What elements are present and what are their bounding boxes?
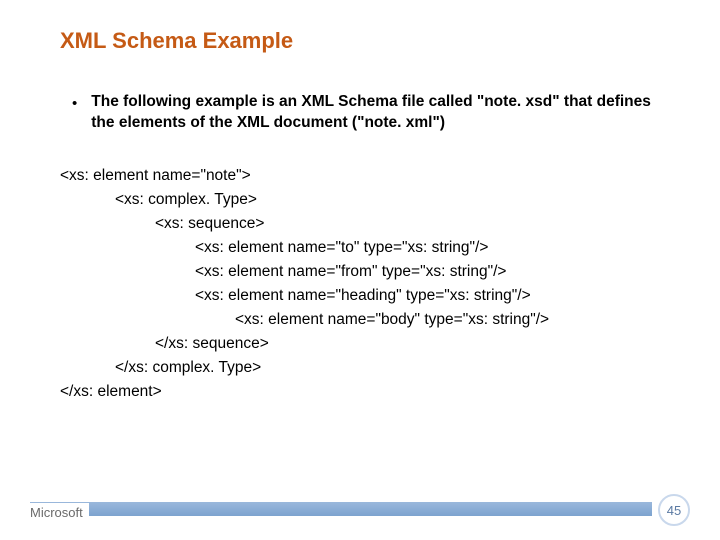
- page-number-badge: 45: [658, 494, 690, 526]
- code-line: <xs: element name="note">: [60, 164, 680, 188]
- code-line: <xs: sequence>: [60, 212, 680, 236]
- code-line: <xs: element name="body" type="xs: strin…: [60, 308, 680, 332]
- bullet-item: • The following example is an XML Schema…: [0, 92, 720, 134]
- code-line: </xs: sequence>: [60, 332, 680, 356]
- slide: XML Schema Example • The following examp…: [0, 0, 720, 540]
- code-line: <xs: element name="to" type="xs: string"…: [60, 236, 680, 260]
- code-line: </xs: element>: [60, 380, 680, 404]
- code-line: <xs: element name="from" type="xs: strin…: [60, 260, 680, 284]
- footer-brand: Microsoft: [30, 503, 89, 522]
- code-line: <xs: element name="heading" type="xs: st…: [60, 284, 680, 308]
- code-block: <xs: element name="note"> <xs: complex. …: [0, 164, 720, 404]
- code-line: </xs: complex. Type>: [60, 356, 680, 380]
- slide-title: XML Schema Example: [0, 28, 720, 54]
- bullet-marker: •: [72, 94, 77, 114]
- footer-bar: [30, 502, 652, 516]
- code-line: <xs: complex. Type>: [60, 188, 680, 212]
- bullet-text: The following example is an XML Schema f…: [91, 92, 660, 134]
- footer: Microsoft 45: [0, 496, 720, 522]
